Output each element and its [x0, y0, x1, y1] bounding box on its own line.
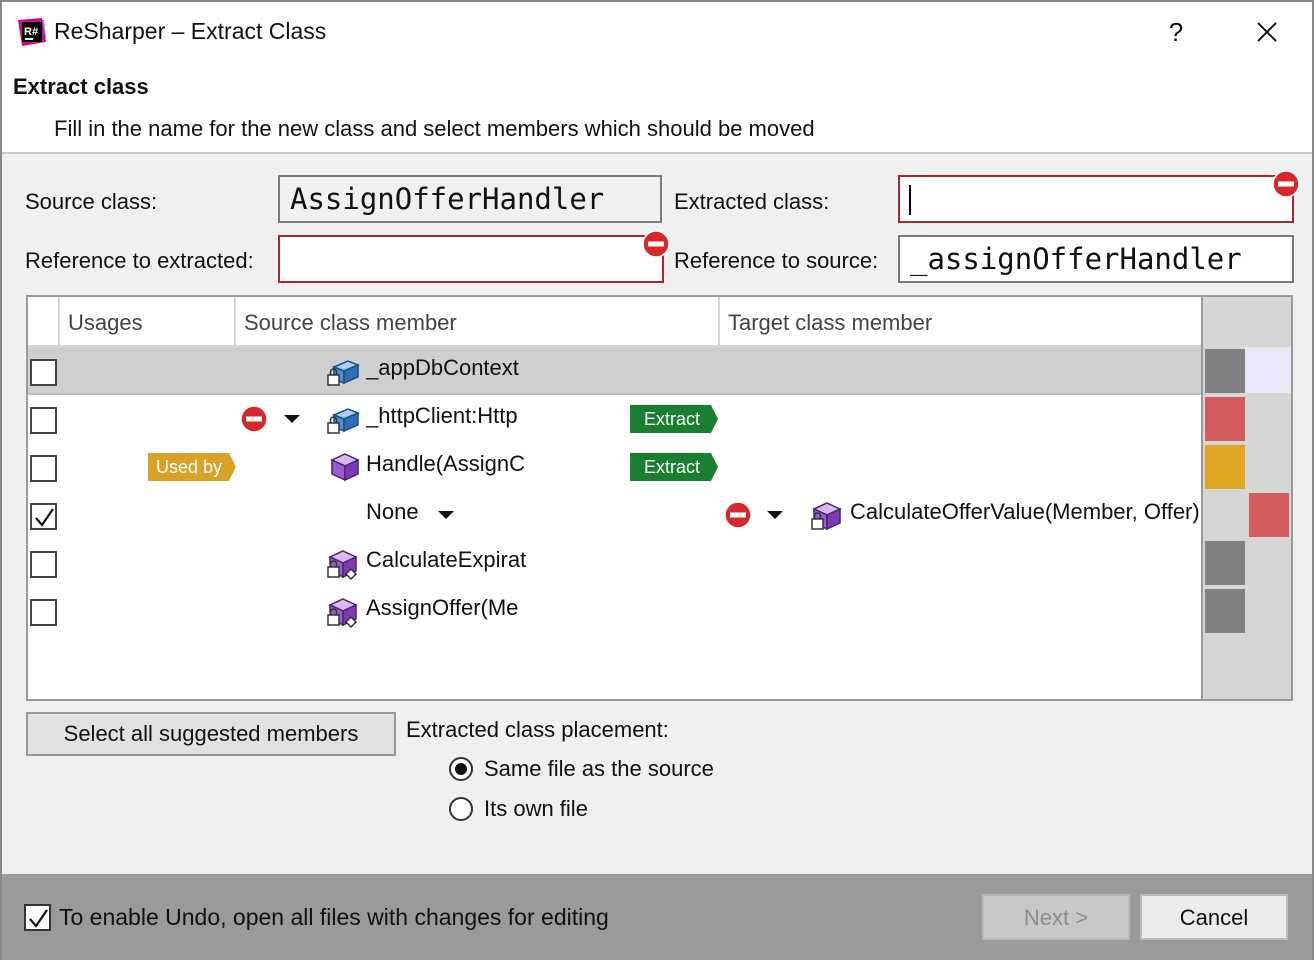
method-private-locked-icon — [327, 598, 358, 629]
column-header-check[interactable] — [28, 297, 60, 347]
placement-label: Extracted class placement: — [406, 717, 669, 742]
page-title: Extract class — [13, 74, 149, 99]
error-icon — [240, 405, 268, 433]
page-subtitle: Fill in the name for the new class and s… — [54, 116, 815, 141]
extracted-class-label: Extracted class: — [674, 189, 830, 214]
source-class-label: Source class: — [25, 189, 158, 214]
row-checkbox[interactable] — [30, 599, 57, 626]
table-row[interactable]: AssignOffer(Me — [28, 587, 1201, 635]
source-member-name: _httpClient:Http — [366, 403, 518, 428]
table-row[interactable]: None CalculateOfferValue(Member, Offer) — [28, 491, 1201, 539]
undo-label[interactable]: To enable Undo, open all files with chan… — [59, 904, 609, 931]
row-marker[interactable] — [1205, 445, 1245, 489]
column-header-source-member[interactable]: Source class member — [236, 297, 720, 347]
reference-to-extracted-label: Reference to extracted: — [25, 248, 254, 273]
column-header-target-member[interactable]: Target class member — [720, 297, 1203, 347]
checkmark-icon — [35, 508, 54, 527]
radio-own-file-label[interactable]: Its own file — [484, 796, 588, 822]
error-icon — [724, 501, 752, 529]
reference-to-source-field[interactable]: _assignOfferHandler — [898, 235, 1294, 283]
radio-same-file-label[interactable]: Same file as the source — [484, 756, 714, 782]
row-marker[interactable] — [1205, 397, 1245, 441]
undo-checkbox[interactable] — [24, 904, 51, 931]
extract-class-dialog: R# ReSharper – Extract Class ? Extract c… — [0, 0, 1314, 960]
logo-text: R# — [24, 26, 38, 38]
grid-header: Usages Source class member Target class … — [28, 297, 1201, 347]
field-locked-icon — [327, 408, 360, 434]
row-marker[interactable] — [1205, 541, 1245, 585]
row-checkbox[interactable] — [30, 551, 57, 578]
radio-dot — [455, 763, 467, 775]
chevron-down-icon[interactable] — [284, 415, 300, 423]
row-checkbox[interactable] — [30, 407, 57, 434]
table-row[interactable]: _appDbContext — [28, 347, 1201, 395]
extract-badge: Extract — [630, 405, 718, 433]
conflict-marker-strip — [1201, 297, 1291, 699]
row-marker[interactable] — [1249, 493, 1289, 537]
members-grid: Usages Source class member Target class … — [26, 295, 1293, 701]
extract-badge: Extract — [630, 453, 718, 481]
error-icon — [1272, 170, 1300, 198]
table-row[interactable]: _httpClient:Http Extract — [28, 395, 1201, 443]
row-marker[interactable] — [1205, 589, 1245, 633]
chevron-down-icon[interactable] — [767, 511, 783, 519]
reference-to-extracted-field[interactable] — [278, 235, 664, 283]
row-checkbox[interactable] — [30, 503, 57, 530]
reference-to-source-label: Reference to source: — [674, 248, 879, 273]
radio-own-file[interactable] — [449, 797, 473, 821]
resharper-logo-icon: R# — [18, 18, 46, 46]
row-checkbox[interactable] — [30, 359, 57, 386]
title-bar: R# ReSharper – Extract Class ? — [2, 2, 1312, 64]
radio-same-file[interactable] — [449, 757, 473, 781]
next-button[interactable]: Next > — [982, 894, 1130, 940]
select-all-suggested-button[interactable]: Select all suggested members — [26, 712, 396, 756]
table-row[interactable]: CalculateExpirat — [28, 539, 1201, 587]
field-locked-icon — [327, 360, 360, 386]
text-caret — [909, 185, 911, 215]
row-checkbox[interactable] — [30, 455, 57, 482]
close-button[interactable] — [1248, 12, 1286, 52]
table-row[interactable]: Used by Handle(AssignC Extract — [28, 443, 1201, 491]
source-member-name: Handle(AssignC — [366, 451, 525, 476]
source-member-name: CalculateExpirat — [366, 547, 527, 572]
used-by-badge[interactable]: Used by — [148, 453, 236, 481]
column-header-usages[interactable]: Usages — [60, 297, 236, 347]
source-class-field[interactable]: AssignOfferHandler — [278, 175, 662, 223]
dialog-header: Extract class Fill in the name for the n… — [2, 64, 1312, 154]
window-title: ReSharper – Extract Class — [54, 18, 327, 44]
target-member-name: CalculateOfferValue(Member, Offer) — [850, 499, 1200, 524]
extracted-class-field[interactable] — [898, 175, 1294, 223]
close-icon — [1257, 22, 1277, 42]
dialog-footer: To enable Undo, open all files with chan… — [2, 874, 1312, 960]
error-icon — [642, 230, 670, 258]
method-icon — [330, 453, 360, 482]
source-member-name: AssignOffer(Me — [366, 595, 519, 620]
method-locked-icon — [811, 502, 842, 531]
checkmark-icon — [29, 909, 48, 928]
row-marker[interactable] — [1205, 349, 1245, 393]
source-member-name: _appDbContext — [366, 355, 519, 380]
help-button[interactable]: ? — [1158, 12, 1194, 52]
method-private-locked-icon — [327, 550, 358, 581]
cancel-button[interactable]: Cancel — [1140, 894, 1288, 940]
chevron-down-icon[interactable] — [438, 511, 454, 519]
selection-marker — [1245, 347, 1291, 393]
source-member-dropdown-value[interactable]: None — [366, 499, 426, 525]
